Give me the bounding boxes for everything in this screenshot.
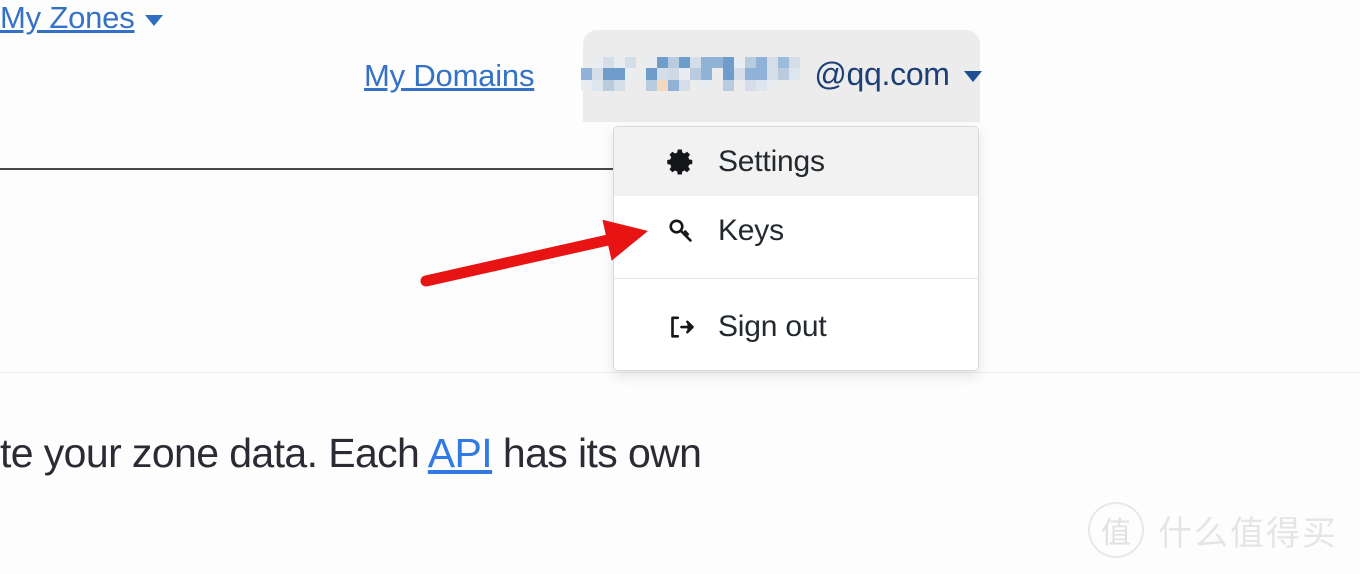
menu-item-sign-out-label: Sign out <box>718 309 827 343</box>
mosaic-block <box>581 57 593 91</box>
nav-item-my-zones-label: My Zones <box>0 0 135 35</box>
mosaic-block <box>636 57 646 91</box>
menu-item-keys-label: Keys <box>718 213 784 247</box>
top-navigation-bar: My Zones My Domains @qq.com <box>0 0 1360 126</box>
menu-item-settings[interactable]: Settings <box>614 127 978 196</box>
watermark: 值 什么值得买 <box>1088 502 1338 558</box>
menu-spacer <box>614 279 978 292</box>
nav-item-my-zones[interactable]: My Zones <box>0 0 163 36</box>
gear-icon <box>665 146 697 178</box>
section-divider-light <box>0 372 1360 373</box>
mosaic-block <box>592 57 604 91</box>
page-paragraph: te your zone data. Each API has its own <box>0 430 1360 477</box>
mosaic-block <box>646 57 658 91</box>
mosaic-block <box>723 57 735 91</box>
mosaic-block <box>701 57 713 91</box>
menu-spacer <box>614 265 978 278</box>
account-menu-content: @qq.com <box>581 55 982 93</box>
mosaic-block <box>668 57 680 91</box>
chevron-down-icon <box>963 70 982 82</box>
key-icon <box>665 215 697 247</box>
sign-out-icon <box>665 311 697 343</box>
screenshot-root: My Zones My Domains @qq.com Settings Key… <box>0 0 1360 574</box>
menu-item-sign-out[interactable]: Sign out <box>614 292 978 361</box>
mosaic-block <box>756 57 768 91</box>
mosaic-block <box>745 57 757 91</box>
section-divider-strong <box>0 168 620 170</box>
account-email-domain: @qq.com <box>814 55 950 92</box>
menu-item-keys[interactable]: Keys <box>614 196 978 265</box>
mosaic-block <box>603 57 615 91</box>
paragraph-text-before: te your zone data. Each <box>0 430 428 476</box>
watermark-logo: 值 <box>1088 502 1144 558</box>
chevron-down-icon <box>144 14 163 26</box>
account-menu-button[interactable]: @qq.com <box>581 30 982 122</box>
mosaic-block <box>712 57 724 91</box>
nav-item-my-domains[interactable]: My Domains <box>364 58 534 94</box>
mosaic-block <box>679 57 691 91</box>
watermark-text: 什么值得买 <box>1158 513 1338 554</box>
content-panel <box>0 170 614 372</box>
account-dropdown-menu[interactable]: Settings Keys Sign out <box>613 126 979 371</box>
mosaic-block <box>690 57 702 91</box>
nav-item-my-domains-label: My Domains <box>364 58 535 93</box>
mosaic-block <box>657 57 669 91</box>
mosaic-block <box>778 57 790 91</box>
api-link[interactable]: API <box>428 430 493 476</box>
menu-item-settings-label: Settings <box>718 144 825 178</box>
mosaic-block <box>614 57 626 91</box>
mosaic-block <box>625 57 637 91</box>
paragraph-text-after: has its own <box>492 430 702 476</box>
mosaic-block <box>767 57 779 91</box>
mosaic-block <box>734 57 746 91</box>
mosaic-block <box>789 57 801 91</box>
redacted-email-mosaic <box>581 57 801 91</box>
